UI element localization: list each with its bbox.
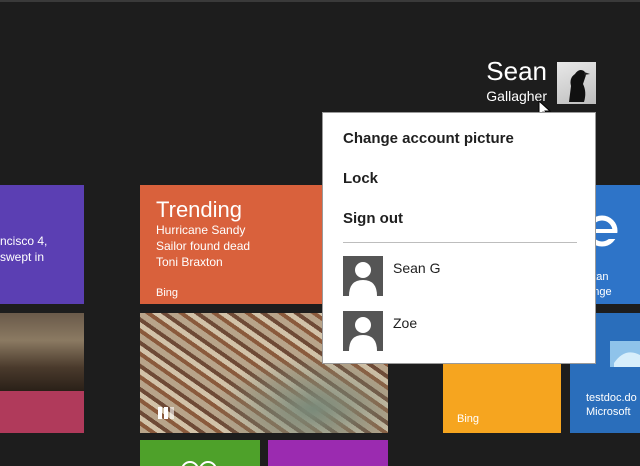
user-silhouette-icon	[349, 262, 377, 296]
user-avatar[interactable]	[557, 62, 596, 104]
account-menu: Change account picture Lock Sign out Sea…	[322, 112, 596, 364]
bird-photo-icon	[569, 70, 590, 102]
desktop-line-2: Microsoft	[586, 406, 631, 418]
menu-divider	[343, 242, 577, 243]
user-first-name[interactable]: Sean	[486, 56, 547, 87]
magenta-tile[interactable]	[268, 440, 388, 466]
photo-tile[interactable]	[0, 313, 84, 391]
trending-item: Hurricane Sandy	[156, 223, 246, 237]
change-account-picture-item[interactable]: Change account picture	[343, 130, 514, 147]
pink-tile[interactable]	[0, 391, 84, 433]
news-tile[interactable]: ncisco 4, swept in	[0, 185, 84, 304]
trending-item: Toni Braxton	[156, 255, 223, 269]
account-avatar	[343, 311, 383, 351]
account-avatar	[343, 256, 383, 296]
news-line-2: swept in	[0, 250, 45, 264]
green-tile[interactable]	[140, 440, 260, 466]
account-item-sean-g[interactable]: Sean G	[343, 256, 583, 296]
lock-item[interactable]: Lock	[343, 170, 378, 187]
top-edge	[0, 0, 640, 2]
sign-out-item[interactable]: Sign out	[343, 210, 403, 227]
trending-item: Sailor found dead	[156, 239, 251, 253]
trending-title: Trending	[156, 197, 243, 222]
bing-tile-label: Bing	[457, 413, 480, 425]
account-name: Zoe	[393, 315, 418, 331]
desktop-line-1: testdoc.do	[586, 392, 637, 404]
trending-source: Bing	[156, 287, 179, 299]
user-silhouette-icon	[349, 317, 377, 351]
account-item-zoe[interactable]: Zoe	[343, 311, 583, 351]
account-name: Sean G	[393, 260, 441, 276]
news-line-1: ncisco 4,	[0, 234, 48, 248]
paging-icon	[158, 407, 174, 419]
green-tile-icon	[181, 461, 217, 466]
